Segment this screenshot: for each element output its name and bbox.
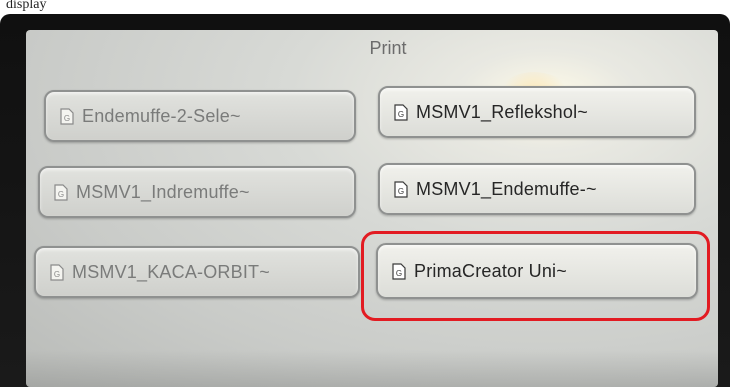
svg-text:G: G [58, 190, 64, 199]
svg-text:G: G [54, 270, 60, 279]
file-button-endemuffe-2-sele[interactable]: G Endemuffe-2-Sele~ [44, 90, 356, 142]
screen-title: Print [369, 38, 407, 58]
touch-screen: Print G Endemuffe-2-Sele~ G MSMV1_Indrem… [26, 30, 718, 387]
caption-text: display [6, 0, 47, 12]
document-g-icon: G [50, 263, 64, 281]
svg-text:G: G [396, 269, 402, 278]
file-label: MSMV1_KACA-ORBIT~ [72, 261, 270, 282]
file-button-msmv1-reflekshol[interactable]: G MSMV1_Reflekshol~ [378, 86, 696, 138]
file-label: MSMV1_Reflekshol~ [416, 101, 588, 122]
file-label: PrimaCreator Uni~ [414, 260, 567, 281]
svg-text:G: G [64, 114, 70, 123]
screen-bottom-shade [26, 350, 718, 387]
file-button-msmv1-endemuffe[interactable]: G MSMV1_Endemuffe-~ [378, 163, 696, 215]
file-label: MSMV1_Endemuffe-~ [416, 178, 597, 199]
document-g-icon: G [392, 262, 406, 280]
document-g-icon: G [60, 107, 74, 125]
document-g-icon: G [394, 103, 408, 121]
file-label: MSMV1_Indremuffe~ [76, 181, 250, 202]
file-button-primacreator-uni[interactable]: G PrimaCreator Uni~ [376, 243, 698, 299]
file-button-msmv1-kaca-orbit[interactable]: G MSMV1_KACA-ORBIT~ [34, 246, 360, 298]
document-g-icon: G [54, 183, 68, 201]
document-g-icon: G [394, 180, 408, 198]
file-button-msmv1-indremuffe[interactable]: G MSMV1_Indremuffe~ [38, 166, 356, 218]
svg-text:G: G [398, 187, 404, 196]
svg-text:G: G [398, 110, 404, 119]
file-label: Endemuffe-2-Sele~ [82, 105, 241, 126]
